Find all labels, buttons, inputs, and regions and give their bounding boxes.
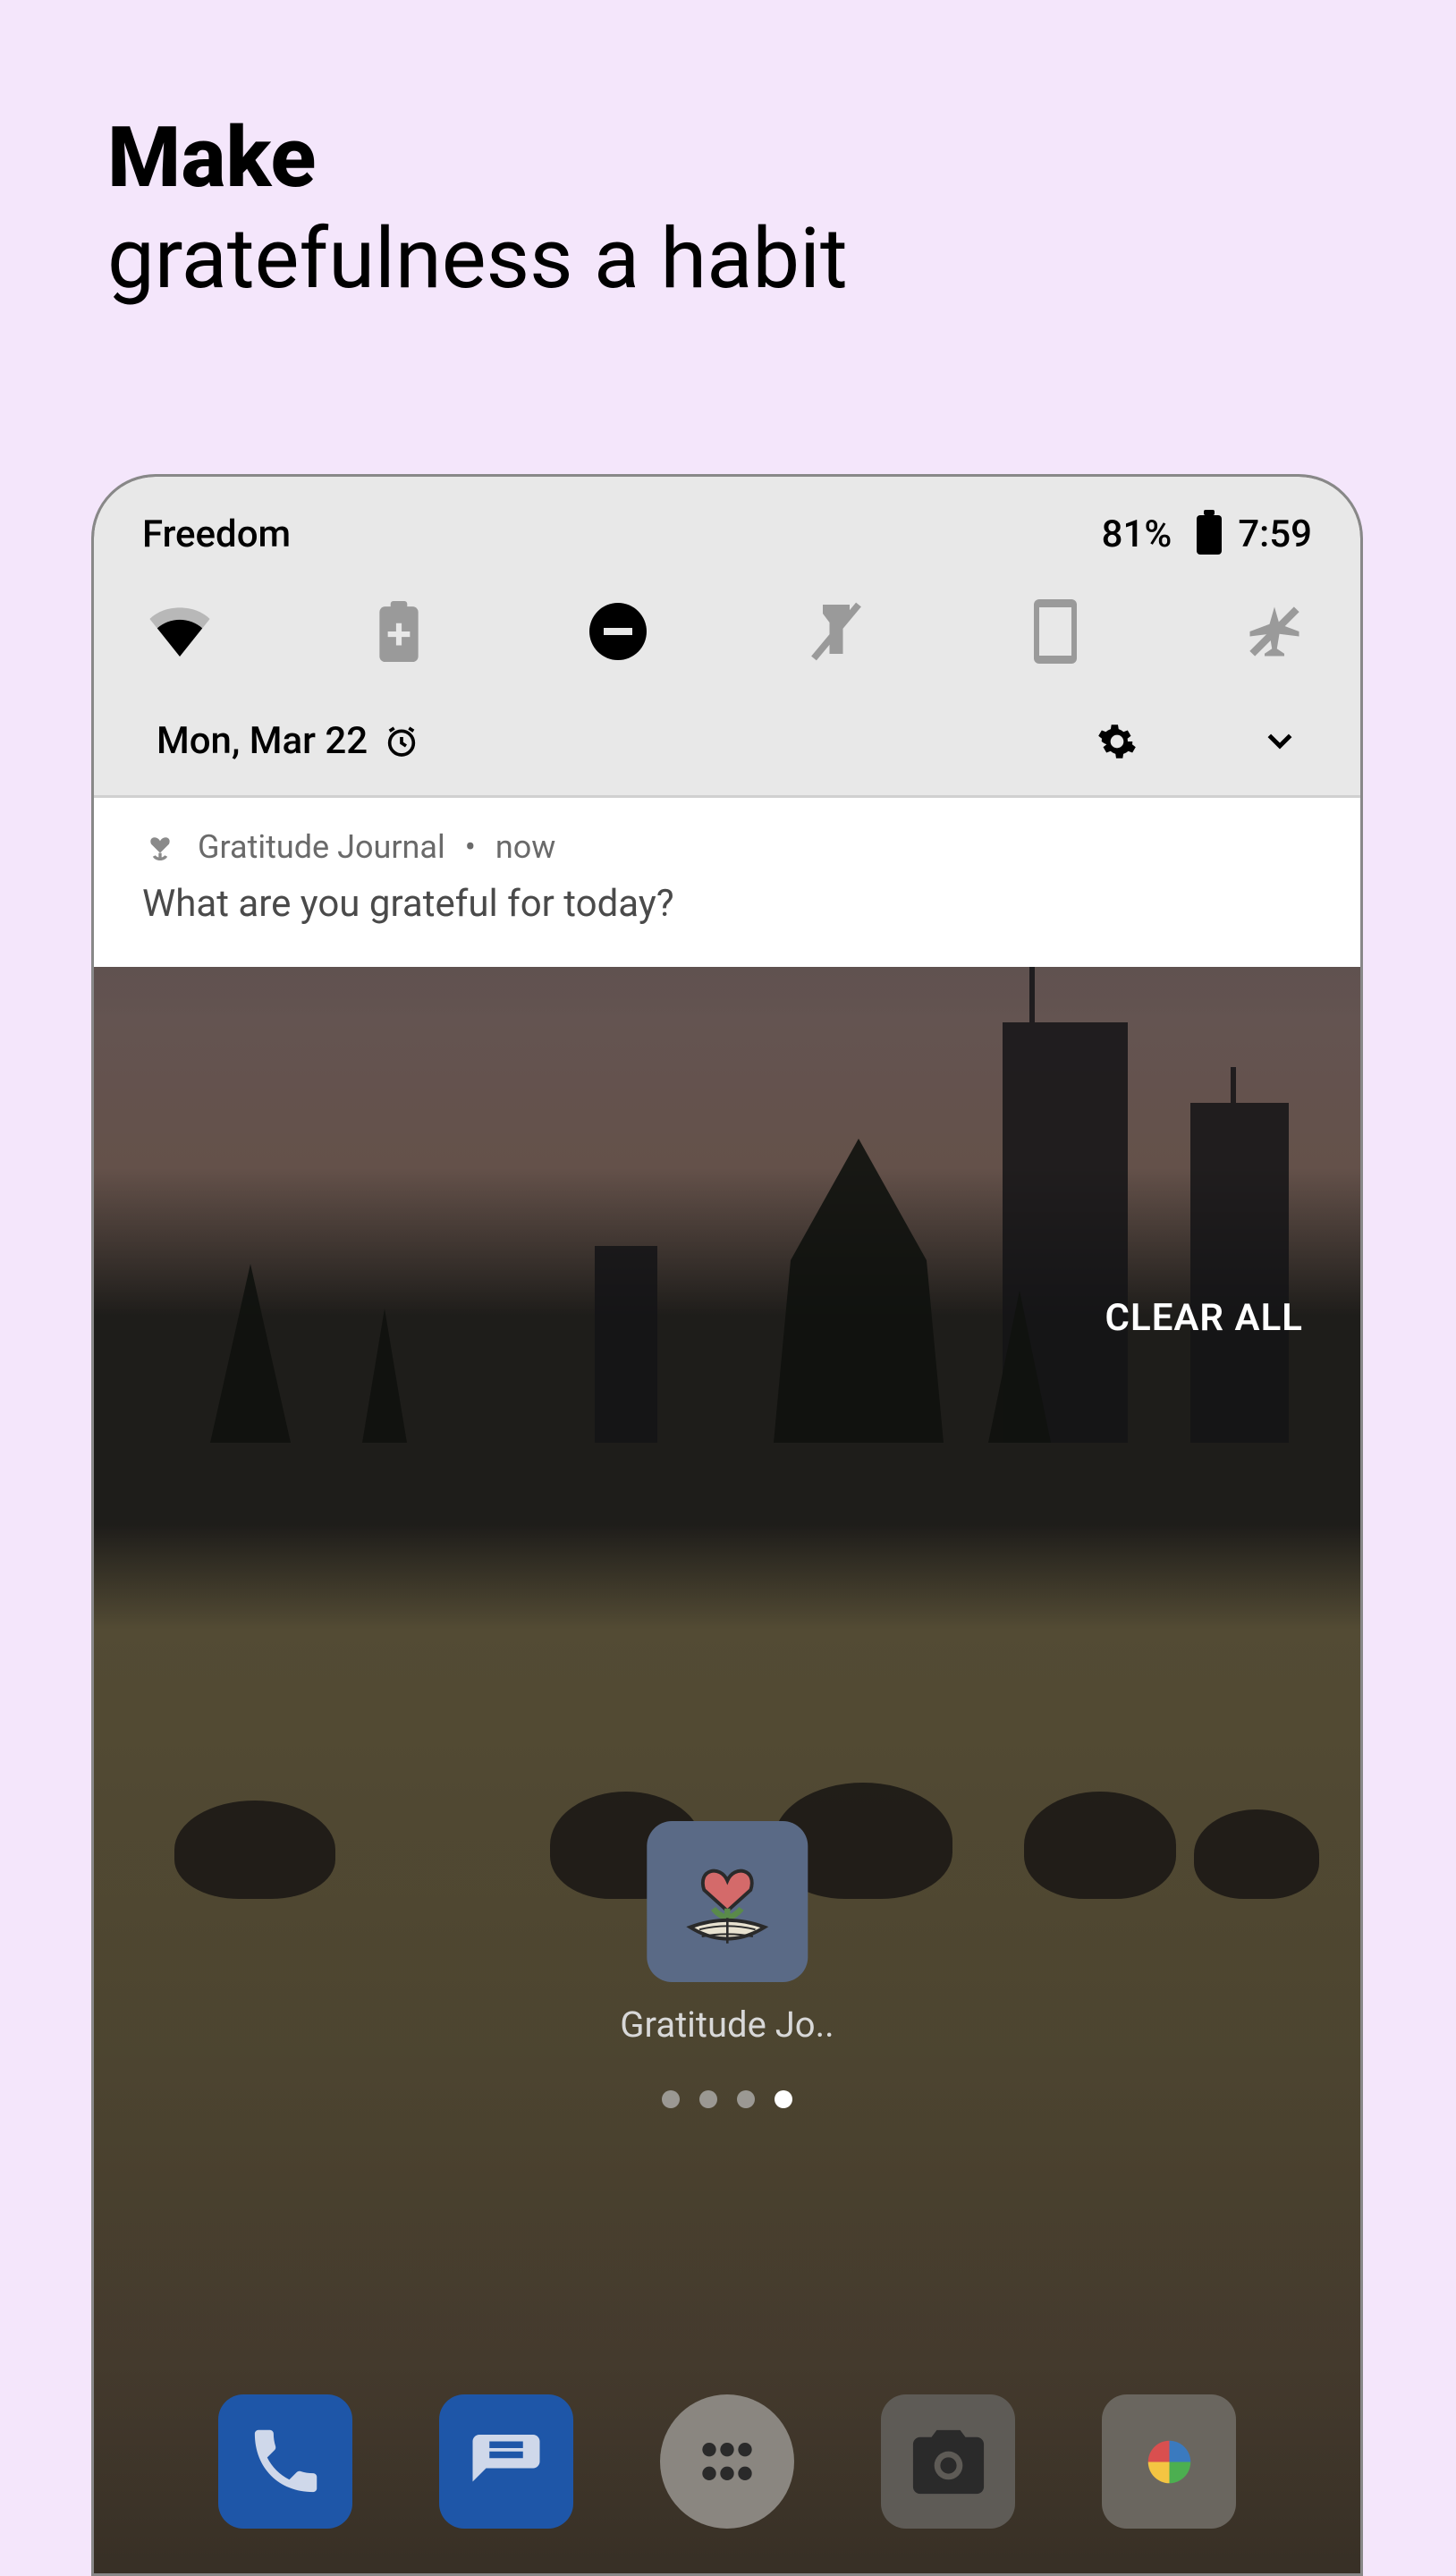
google-photos-icon (1127, 2419, 1212, 2504)
notification-shade[interactable]: Freedom 81% 7:59 (94, 477, 1360, 798)
flashlight-toggle[interactable] (800, 596, 872, 667)
gratitude-app-icon (669, 1843, 785, 1960)
page-dot[interactable] (662, 2090, 680, 2108)
dock (94, 2394, 1360, 2529)
gear-icon (1097, 722, 1137, 761)
battery-saver-icon (379, 601, 419, 662)
heart-flower-icon (142, 829, 178, 865)
phone-frame: Freedom 81% 7:59 (91, 474, 1363, 2576)
date-row: Mon, Mar 22 (94, 701, 1360, 795)
settings-button[interactable] (1097, 722, 1137, 761)
dock-messages[interactable] (439, 2394, 573, 2529)
page-dot[interactable] (699, 2090, 717, 2108)
app-drawer-icon (691, 2426, 763, 2497)
chevron-down-icon (1262, 724, 1298, 759)
notification-app-name: Gratitude Journal (198, 828, 445, 866)
quick-settings-row (94, 580, 1360, 701)
home-app-label: Gratitude Jo.. (620, 2004, 834, 2046)
notification-body: What are you grateful for today? (142, 882, 1312, 926)
airplane-toggle[interactable] (1239, 596, 1310, 667)
home-app-tile (647, 1821, 808, 1982)
do-not-disturb-icon (589, 603, 647, 660)
promo-bold-line: Make (107, 107, 1349, 208)
expand-shade-button[interactable] (1262, 724, 1298, 759)
wifi-icon (148, 606, 212, 657)
page-dot[interactable] (737, 2090, 755, 2108)
airplane-off-icon (1245, 602, 1304, 661)
battery-icon (1197, 515, 1222, 555)
date-label: Mon, Mar 22 (157, 719, 368, 763)
carrier-label: Freedom (142, 513, 1102, 556)
notification-separator: • (465, 828, 476, 866)
promo-heading: Make gratefulness a habit (0, 0, 1456, 309)
page-indicator (662, 2090, 792, 2108)
messages-icon (466, 2421, 546, 2502)
page-dot-active[interactable] (775, 2090, 792, 2108)
rotation-toggle[interactable] (1020, 596, 1091, 667)
do-not-disturb-toggle[interactable] (582, 596, 654, 667)
dock-phone[interactable] (218, 2394, 352, 2529)
camera-icon (906, 2419, 991, 2504)
status-bar: Freedom 81% 7:59 (94, 477, 1360, 580)
flashlight-off-icon (809, 600, 863, 663)
notification-app-icon (142, 829, 178, 865)
dock-google-photos[interactable] (1102, 2394, 1236, 2529)
alarm-icon (384, 724, 419, 759)
notification-card[interactable]: Gratitude Journal • now What are you gra… (94, 798, 1360, 967)
clear-all-button[interactable]: CLEAR ALL (1105, 1296, 1303, 1340)
notification-time: now (495, 828, 555, 866)
phone-icon (245, 2421, 326, 2502)
wifi-toggle[interactable] (144, 596, 216, 667)
promo-light-line: gratefulness a habit (107, 208, 1349, 309)
dock-camera[interactable] (881, 2394, 1015, 2529)
clock: 7:59 (1238, 513, 1312, 556)
home-app-shortcut[interactable]: Gratitude Jo.. (620, 1821, 834, 2046)
dock-app-drawer[interactable] (660, 2394, 794, 2529)
portrait-lock-icon (1034, 599, 1077, 664)
battery-saver-toggle[interactable] (363, 596, 435, 667)
battery-percent: 81% (1102, 513, 1172, 556)
